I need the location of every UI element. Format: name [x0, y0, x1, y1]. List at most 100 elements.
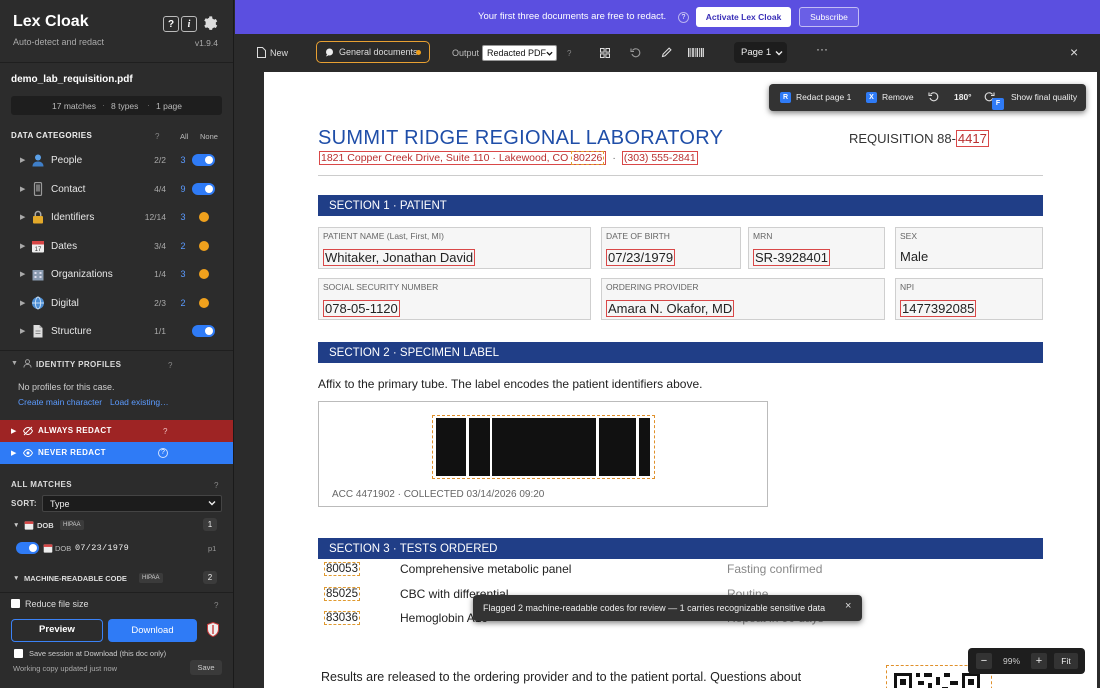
- category-organizations[interactable]: ▶ Organizations 1/4 3: [0, 260, 233, 288]
- category-contact[interactable]: ▶ Contact 4/4 9: [0, 175, 233, 203]
- output-select[interactable]: Redacted PDF: [482, 45, 557, 61]
- never-redact-bar[interactable]: ▶ NEVER REDACT ?: [0, 442, 233, 464]
- divider: [0, 350, 233, 351]
- collapse-icon[interactable]: ▼: [11, 360, 18, 367]
- category-structure[interactable]: ▶ Structure 1/1: [0, 317, 233, 345]
- download-button[interactable]: Download: [108, 619, 197, 642]
- redaction-box[interactable]: (303) 555-2841: [621, 151, 698, 165]
- chat-icon: [325, 48, 334, 57]
- group-label: DOB: [37, 521, 54, 530]
- category-toggle[interactable]: [192, 183, 215, 195]
- fit-button[interactable]: Fit: [1054, 653, 1078, 669]
- expand-icon[interactable]: ▶: [20, 156, 25, 164]
- close-icon[interactable]: ×: [1070, 44, 1078, 60]
- match-value: 07/23/1979: [75, 543, 130, 553]
- toast-close-icon[interactable]: ×: [845, 600, 851, 612]
- field-patient-name: PATIENT NAME (Last, First, MI) Whitaker, …: [318, 227, 591, 269]
- summary-sep: ·: [102, 100, 105, 110]
- redaction-box[interactable]: 078-05-1120: [323, 300, 400, 317]
- subscribe-button[interactable]: Subscribe: [799, 7, 859, 27]
- redaction-box[interactable]: 1477392085: [900, 300, 977, 317]
- barcode-icon[interactable]: [688, 47, 704, 58]
- gear-icon[interactable]: [201, 15, 218, 32]
- shortcut-key: R: [780, 92, 791, 103]
- doc-title: SUMMIT RIDGE REGIONAL LABORATORY: [318, 127, 724, 149]
- hipaa-badge: HIPAA: [139, 573, 163, 583]
- redact-page-button[interactable]: Redact page 1: [796, 92, 851, 102]
- collapse-icon[interactable]: ▼: [13, 522, 19, 529]
- create-main-character-link[interactable]: Create main character: [18, 397, 102, 407]
- mode-selector[interactable]: General documents: [316, 41, 430, 63]
- redaction-box[interactable]: Whitaker, Jonathan David: [323, 249, 476, 266]
- test-code[interactable]: 80053: [324, 562, 360, 576]
- suggestion-box[interactable]: 80226: [571, 151, 605, 165]
- banner-help[interactable]: ?: [678, 12, 689, 23]
- info-button[interactable]: i: [181, 16, 197, 32]
- expand-icon[interactable]: ▶: [20, 327, 25, 335]
- requisition-number: REQUISITION 88- 4417: [849, 130, 989, 147]
- category-identifiers[interactable]: ▶ Identifiers 12/14 3: [0, 203, 233, 231]
- category-partial-indicator[interactable]: [199, 298, 209, 308]
- output-help[interactable]: ?: [567, 49, 571, 58]
- remove-button[interactable]: Remove: [882, 92, 914, 102]
- activate-button[interactable]: Activate Lex Cloak: [696, 7, 791, 27]
- help-button[interactable]: ?: [163, 16, 179, 32]
- never-redact-help[interactable]: ?: [158, 448, 168, 458]
- category-toggle[interactable]: [192, 154, 215, 166]
- working-copy-status: Working copy updated just now: [13, 664, 118, 673]
- calendar-icon: [24, 520, 34, 530]
- zoom-out-button[interactable]: −: [976, 653, 992, 669]
- match-toggle[interactable]: [16, 542, 39, 554]
- test-code[interactable]: 83036: [324, 611, 360, 625]
- sort-select[interactable]: Type: [42, 495, 222, 512]
- more-icon[interactable]: ···: [816, 42, 828, 56]
- category-digital[interactable]: ▶ Digital 2/3 2: [0, 289, 233, 317]
- category-partial-indicator[interactable]: [199, 212, 209, 222]
- category-partial-indicator[interactable]: [199, 269, 209, 279]
- category-partial-indicator[interactable]: [199, 241, 209, 251]
- category-dates[interactable]: ▶ 17 Dates 3/4 2: [0, 232, 233, 260]
- undo-icon[interactable]: [630, 47, 641, 58]
- rotate-left-icon[interactable]: [928, 91, 939, 102]
- preview-button[interactable]: Preview: [11, 619, 103, 642]
- expand-icon[interactable]: ▶: [20, 299, 25, 307]
- redaction-box[interactable]: Amara N. Okafor, MD: [606, 300, 735, 317]
- reduce-file-size-checkbox[interactable]: [11, 599, 20, 608]
- new-button[interactable]: New: [270, 48, 288, 58]
- select-all-button[interactable]: All: [180, 132, 188, 141]
- redaction-box[interactable]: 07/23/1979: [606, 249, 676, 266]
- reduce-help[interactable]: ?: [214, 601, 218, 610]
- always-redact-help[interactable]: ?: [163, 427, 167, 436]
- save-button[interactable]: Save: [190, 660, 222, 675]
- save-session-checkbox[interactable]: [14, 649, 23, 658]
- zoom-in-button[interactable]: +: [1031, 653, 1047, 669]
- always-redact-bar[interactable]: ▶ ALWAYS REDACT ?: [0, 420, 233, 442]
- show-final-quality-button[interactable]: Show final quality: [1011, 92, 1077, 102]
- all-matches-help[interactable]: ?: [214, 481, 218, 490]
- barcode-suggestion-box[interactable]: [432, 415, 655, 479]
- expand-icon[interactable]: ▶: [20, 185, 25, 193]
- expand-icon[interactable]: ▶: [20, 242, 25, 250]
- test-code[interactable]: 85025: [324, 587, 360, 601]
- load-existing-link[interactable]: Load existing…: [110, 397, 169, 407]
- match-group-dob[interactable]: ▼ DOB HIPAA 1: [0, 517, 233, 534]
- redaction-box[interactable]: 1821 Copper Creek Drive, Suite 110 · Lak…: [319, 151, 607, 165]
- expand-icon[interactable]: ▶: [20, 213, 25, 221]
- redaction-box[interactable]: SR-3928401: [753, 249, 830, 266]
- grid-icon[interactable]: [600, 48, 610, 58]
- rotation-value[interactable]: 180°: [954, 92, 972, 102]
- page-selector[interactable]: Page 1: [734, 42, 787, 63]
- select-none-button[interactable]: None: [200, 132, 218, 141]
- category-fraction: 4/4: [154, 184, 166, 194]
- match-group-machine-readable[interactable]: ▼ MACHINE-READABLE CODE HIPAA 2: [0, 570, 233, 587]
- category-toggle[interactable]: [192, 325, 215, 337]
- redaction-box[interactable]: 4417: [955, 130, 989, 147]
- identity-help[interactable]: ?: [168, 361, 172, 370]
- categories-help[interactable]: ?: [155, 132, 159, 141]
- expand-icon[interactable]: ▶: [20, 270, 25, 278]
- category-people[interactable]: ▶ People 2/2 3: [0, 146, 233, 174]
- collapse-icon[interactable]: ▼: [13, 575, 19, 582]
- pencil-icon[interactable]: [661, 47, 672, 58]
- shield-icon[interactable]: [207, 622, 219, 637]
- match-entry-dob[interactable]: DOB 07/23/1979 p1: [0, 540, 233, 557]
